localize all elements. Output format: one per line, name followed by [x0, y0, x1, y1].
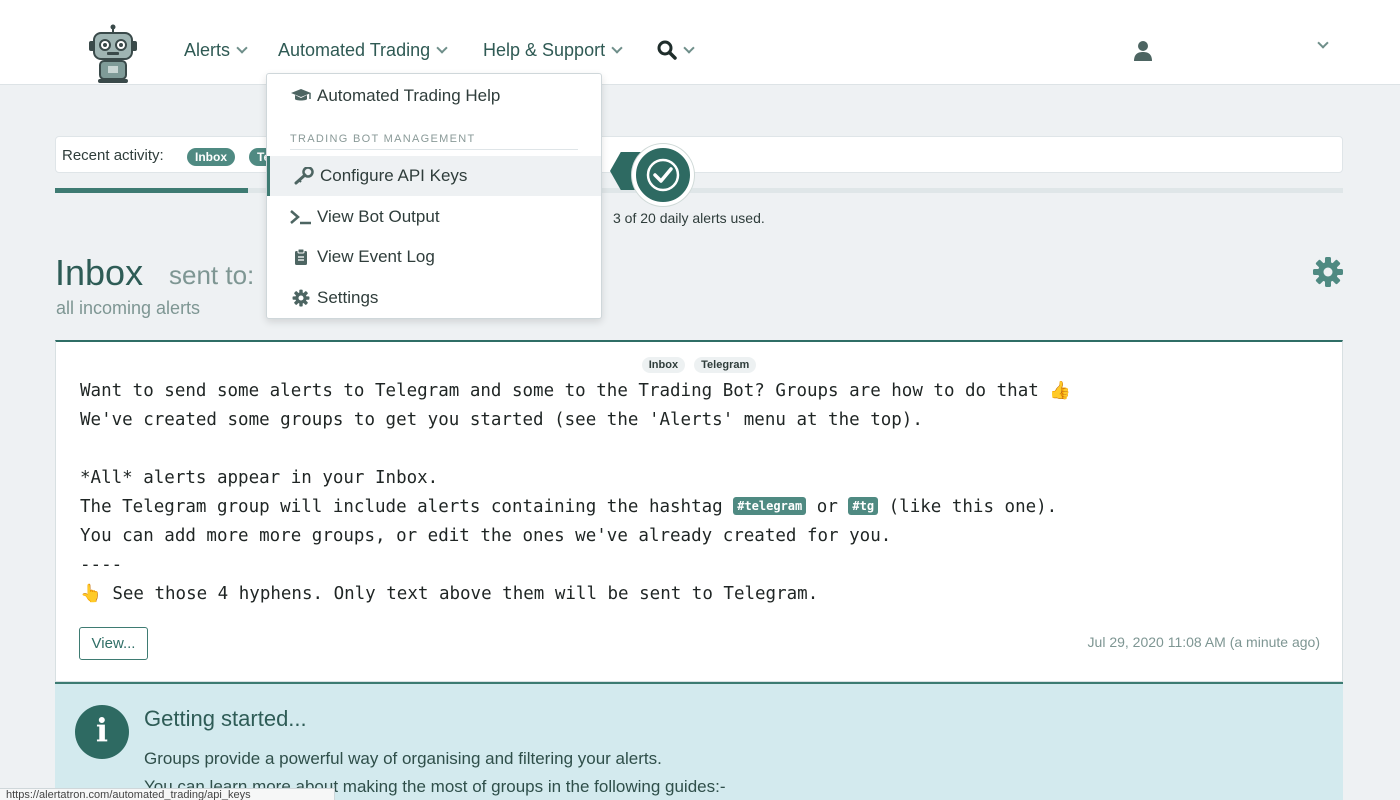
alert-tags: Inbox Telegram	[56, 357, 1342, 373]
getting-started-line: Groups provide a powerful way of organis…	[144, 749, 662, 768]
nav-help-support-label: Help & Support	[483, 40, 606, 60]
gear-icon[interactable]	[1312, 256, 1344, 288]
menu-item-label: Configure API Keys	[320, 166, 468, 185]
status-bar-url: https://alertatron.com/automated_trading…	[0, 788, 335, 800]
top-navbar: Alerts Automated Trading Help & Support	[0, 0, 1400, 85]
daily-usage-progress-fill	[55, 188, 249, 193]
nav-alerts[interactable]: Alerts	[184, 40, 248, 61]
menu-item-view-event-log[interactable]: View Event Log	[267, 237, 601, 277]
chevron-down-icon	[683, 41, 695, 54]
alert-line: Want to send some alerts to Telegram and…	[80, 381, 1072, 401]
menu-item-label: Settings	[317, 288, 379, 307]
menu-item-configure-api-keys[interactable]: Configure API Keys	[267, 156, 601, 196]
getting-started-panel: i Getting started... Groups provide a po…	[55, 682, 1343, 800]
check-circle-icon	[646, 158, 680, 192]
chevron-down-icon	[611, 42, 623, 54]
menu-item-automated-trading-help[interactable]: Automated Trading Help	[267, 76, 601, 116]
nav-automated-trading[interactable]: Automated Trading	[278, 40, 448, 61]
page-subtitle: all incoming alerts	[56, 298, 201, 318]
terminal-icon	[289, 207, 313, 227]
alert-line: ----	[80, 555, 123, 575]
sent-to-label: sent to:	[169, 260, 255, 290]
recent-activity-label: Recent activity:	[62, 147, 164, 164]
automated-trading-dropdown: Automated Trading Help TRADING BOT MANAG…	[266, 73, 602, 319]
clipboard-icon	[289, 247, 313, 267]
info-icon: i	[75, 705, 129, 759]
alert-line: We've created some groups to get you sta…	[80, 410, 923, 430]
alerts-used-text: 3 of 20 daily alerts used.	[613, 210, 765, 226]
page-title: Inbox	[55, 252, 144, 293]
alert-tag-inbox[interactable]: Inbox	[641, 357, 686, 373]
menu-item-label: View Bot Output	[317, 207, 440, 226]
menu-item-view-bot-output[interactable]: View Bot Output	[267, 197, 601, 237]
alert-text: (like this one).	[878, 497, 1058, 517]
menu-section-header: TRADING BOT MANAGEMENT	[290, 133, 476, 145]
hashtag-telegram: #telegram	[733, 497, 807, 515]
nav-automated-trading-label: Automated Trading	[278, 40, 431, 60]
key-icon	[292, 166, 316, 186]
alert-line: *All* alerts appear in your Inbox.	[80, 468, 439, 488]
gear-icon	[289, 288, 313, 308]
menu-item-label: View Event Log	[317, 247, 435, 266]
robot-logo-icon[interactable]	[86, 24, 140, 84]
alert-line-blank: ​	[80, 435, 1071, 464]
nav-help-support[interactable]: Help & Support	[483, 40, 623, 61]
alert-tag-telegram[interactable]: Telegram	[694, 357, 757, 373]
status-check-badge	[632, 144, 694, 206]
alert-line: 👆 See those 4 hyphens. Only text above t…	[80, 584, 819, 604]
recent-pill-inbox[interactable]: Inbox	[187, 148, 235, 166]
user-icon[interactable]	[1133, 40, 1153, 62]
alert-message: Want to send some alerts to Telegram and…	[80, 377, 1071, 609]
nav-alerts-label: Alerts	[184, 40, 231, 60]
menu-item-label: Automated Trading Help	[317, 86, 501, 105]
user-menu-chevron-icon[interactable]	[1317, 37, 1329, 49]
menu-divider	[290, 149, 578, 150]
chevron-down-icon	[236, 42, 248, 54]
alert-card: Inbox Telegram Want to send some alerts …	[55, 340, 1343, 682]
menu-item-settings[interactable]: Settings	[267, 278, 601, 318]
hashtag-tg: #tg	[848, 497, 879, 515]
getting-started-title: Getting started...	[144, 706, 307, 731]
chevron-down-icon	[436, 42, 448, 54]
daily-usage-progress	[55, 188, 1343, 193]
alert-text: The Telegram group will include alerts c…	[80, 497, 734, 517]
alert-line-hashtags: The Telegram group will include alerts c…	[80, 493, 1071, 522]
recent-activity-bar: Recent activity: Inbox Te	[55, 136, 1343, 173]
alert-text: or	[806, 497, 849, 517]
view-alert-button[interactable]: View...	[79, 627, 148, 660]
nav-search[interactable]	[657, 40, 695, 60]
graduation-cap-icon	[289, 86, 313, 106]
alert-timestamp: Jul 29, 2020 11:08 AM (a minute ago)	[1087, 634, 1320, 650]
alert-line: You can add more more groups, or edit th…	[80, 526, 892, 546]
search-icon	[657, 40, 677, 60]
